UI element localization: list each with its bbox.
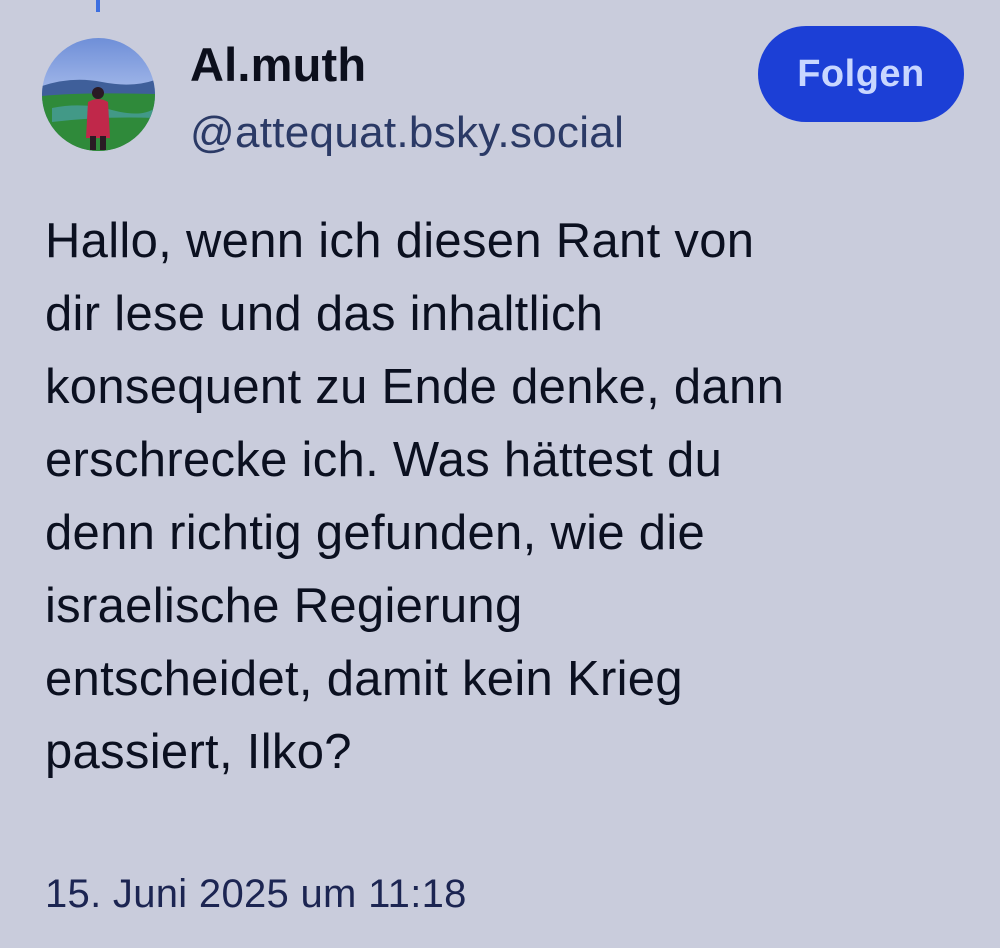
post-timestamp[interactable]: 15. Juni 2025 um 11:18 [45, 872, 467, 917]
post-text-line: konsequent zu Ende denke, dann [45, 360, 785, 414]
author-display-name[interactable]: Al.muth [190, 38, 624, 92]
avatar-image [42, 38, 155, 151]
author-info: Al.muth @attequat.bsky.social [190, 38, 624, 160]
follow-button[interactable]: Folgen [758, 26, 964, 122]
post-text-line: israelische Regierung [45, 579, 523, 633]
post-header: Al.muth @attequat.bsky.social Folgen [42, 26, 964, 160]
avatar[interactable] [42, 38, 155, 151]
post-text-line: Hallo, wenn ich diesen Rant von [45, 214, 755, 268]
post-text-line: denn richtig gefunden, wie die [45, 506, 706, 560]
post-text-line: passiert, Ilko? [45, 725, 352, 779]
post-text-line: erschrecke ich. Was hättest du [45, 433, 723, 487]
post-text-line: dir lese und das inhaltlich [45, 287, 604, 341]
post-text-line: entscheidet, damit kein Krieg [45, 652, 683, 706]
post: Al.muth @attequat.bsky.social Folgen Hal… [0, 0, 1000, 948]
post-text: Hallo, wenn ich diesen Rant von dir lese… [45, 205, 975, 789]
author-handle[interactable]: @attequat.bsky.social [190, 106, 624, 160]
